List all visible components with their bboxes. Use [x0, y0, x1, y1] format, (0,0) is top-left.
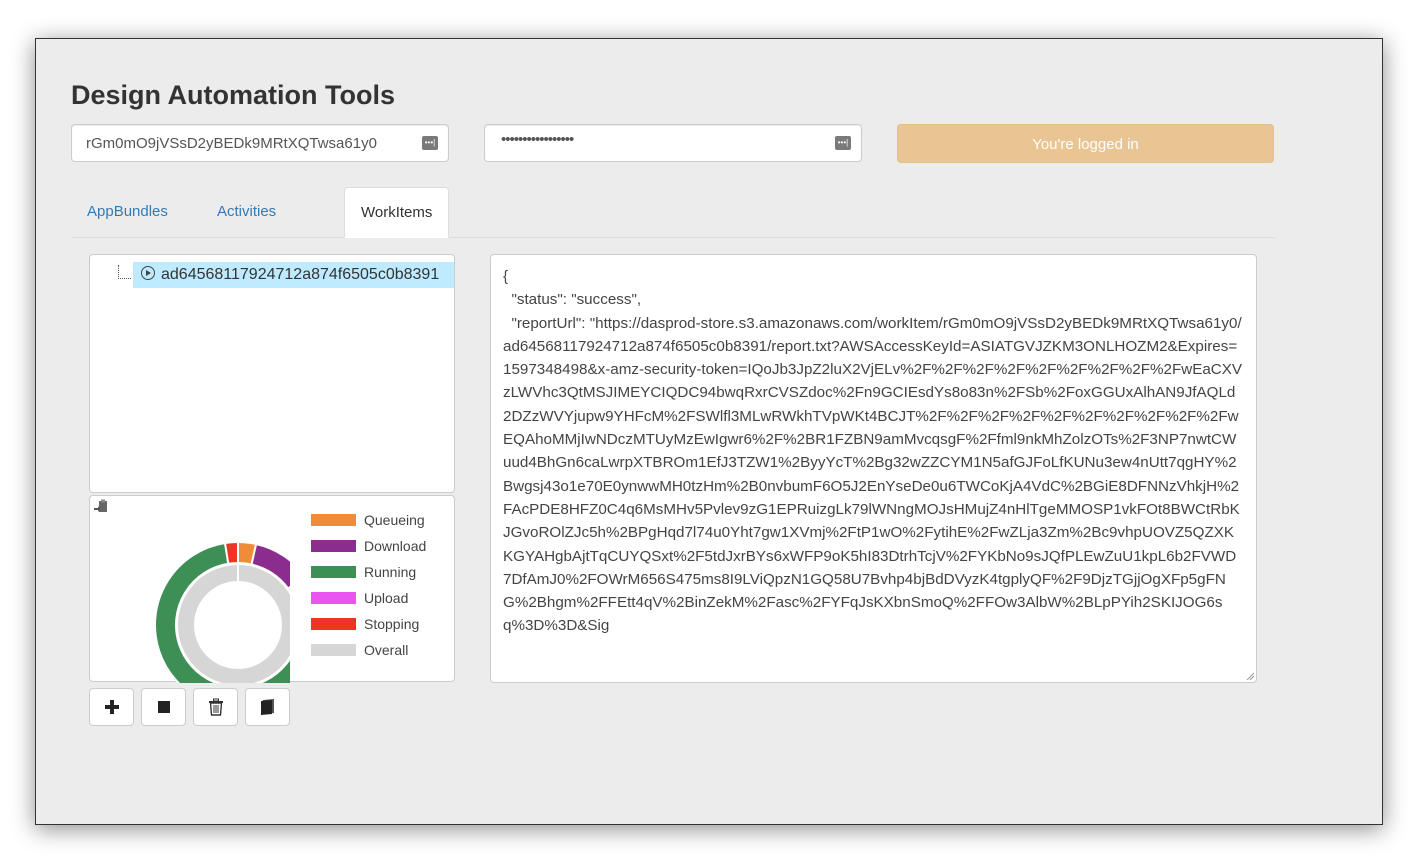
stop-icon [157, 701, 170, 713]
legend-swatch [311, 592, 356, 604]
client-secret-input[interactable]: ••••••••••••••••• •••| [484, 124, 862, 162]
legend-swatch [311, 618, 356, 630]
legend-swatch [311, 566, 356, 578]
tree-item-label: ad64568117924712a874f6505c0b8391 [161, 266, 440, 283]
book-icon [260, 699, 274, 715]
result-textarea[interactable]: { "status": "success", "reportUrl": "htt… [490, 254, 1257, 683]
legend-label: Running [364, 564, 417, 580]
tab-appbundles[interactable]: AppBundles [71, 187, 184, 237]
delete-button[interactable] [193, 688, 238, 726]
tab-activities[interactable]: Activities [201, 187, 292, 237]
tree-connector [118, 265, 131, 279]
legend-label: Upload [364, 590, 409, 606]
tab-bar: AppBundles Activities WorkItems [71, 187, 1275, 238]
client-secret-masked: ••••••••••••••••• [501, 131, 574, 148]
book-button[interactable] [245, 688, 290, 726]
status-chart-panel: Queueing Download Running Upload Stopping Ove… [89, 495, 455, 683]
client-id-input[interactable]: rGm0mO9jVSsD2yBEDk9MRtXQTwsa61y0 •••| [71, 124, 449, 162]
donut-slice-stopping[interactable] [223, 540, 239, 565]
login-status-button[interactable]: You're logged in [897, 124, 1274, 163]
resize-handle-icon[interactable] [1246, 672, 1254, 680]
legend-label: Stopping [364, 616, 420, 632]
legend-label: Overall [364, 642, 409, 658]
donut-slice-overall[interactable] [176, 562, 290, 683]
plus-icon [104, 700, 119, 714]
add-button[interactable] [89, 688, 134, 726]
result-json-text: { "status": "success", "reportUrl": "htt… [503, 268, 1243, 635]
workitem-tree: ad64568117924712a874f6505c0b8391 [89, 254, 455, 493]
legend-label: Queueing [364, 512, 425, 528]
password-manager-icon[interactable]: •••| [835, 136, 851, 150]
password-manager-icon[interactable]: •••| [422, 136, 438, 150]
legend-swatch [311, 540, 356, 552]
page-title: Design Automation Tools [71, 80, 395, 110]
client-id-value: rGm0mO9jVSsD2yBEDk9MRtXQTwsa61y0 [86, 135, 377, 152]
play-circle-icon [141, 266, 155, 280]
legend-swatch [311, 514, 356, 526]
stop-button[interactable] [141, 688, 186, 726]
legend-swatch [311, 644, 356, 656]
tree-item[interactable]: ad64568117924712a874f6505c0b8391 [133, 262, 454, 288]
trash-icon [208, 698, 223, 716]
legend-label: Download [364, 538, 427, 554]
tab-workitems[interactable]: WorkItems [344, 187, 450, 238]
donut-chart [154, 540, 290, 683]
